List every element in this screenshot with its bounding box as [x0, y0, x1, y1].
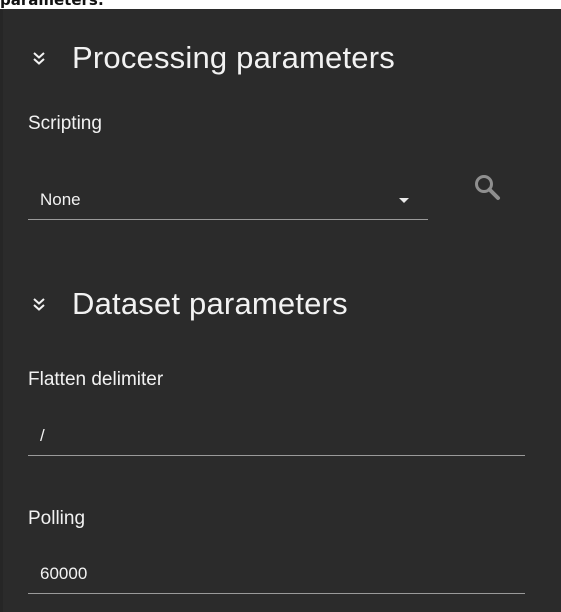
dataset-parameters-header[interactable]: Dataset parameters [30, 286, 348, 322]
caret-down-icon [399, 198, 409, 203]
processing-parameters-title: Processing parameters [72, 40, 395, 75]
scripting-label: Scripting [28, 113, 102, 134]
search-button[interactable] [472, 172, 504, 204]
dataset-parameters-title: Dataset parameters [72, 286, 348, 321]
polling-label: Polling [28, 508, 86, 529]
flatten-delimiter-input[interactable]: / [28, 415, 525, 456]
cutoff-heading-fragment: parameters: [0, 0, 104, 9]
processing-parameters-header[interactable]: Processing parameters [30, 40, 395, 76]
panel-edge [0, 9, 3, 612]
flatten-delimiter-value: / [40, 426, 45, 445]
scripting-selected-value: None [40, 190, 81, 209]
double-chevron-down-icon [33, 298, 45, 311]
polling-value: 60000 [40, 564, 88, 583]
top-cutoff-strip: parameters: [0, 0, 561, 9]
search-icon [475, 175, 500, 200]
polling-input[interactable]: 60000 [28, 550, 525, 594]
double-chevron-down-icon [33, 52, 45, 65]
flatten-delimiter-label: Flatten delimiter [28, 369, 164, 390]
scripting-select[interactable]: None [28, 176, 428, 220]
